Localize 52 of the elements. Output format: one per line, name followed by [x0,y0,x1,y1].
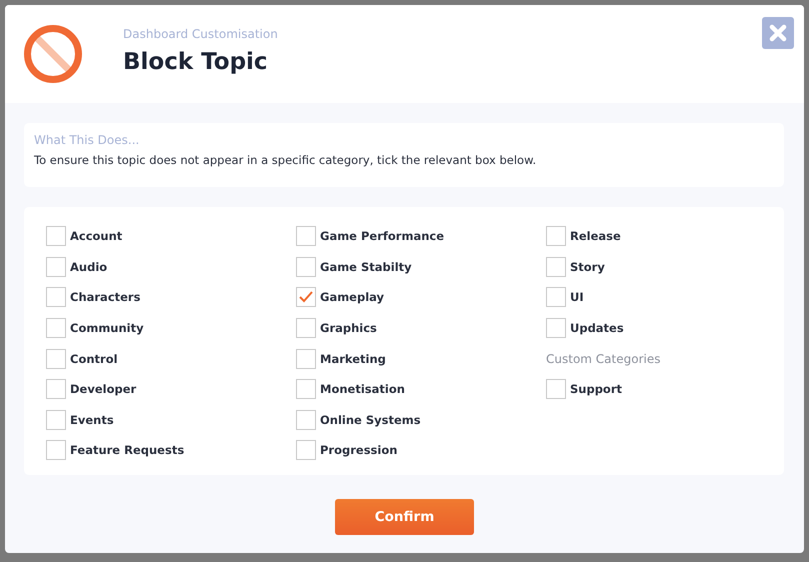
checkbox[interactable] [46,440,66,460]
checkbox[interactable] [546,287,566,308]
checkmark-icon [299,291,313,304]
checkbox[interactable] [296,379,316,400]
checkbox[interactable] [546,256,566,277]
checkbox[interactable] [296,287,316,308]
checkbox-label: Progression [320,443,398,458]
checkbox-label: Graphics [320,321,377,336]
close-button[interactable] [762,17,794,49]
block-icon [23,24,83,84]
checkbox[interactable] [46,348,66,369]
checkbox[interactable] [546,318,566,338]
checkbox-label: Monetisation [320,382,405,396]
checkbox-label: Characters [70,290,140,304]
info-text: To ensure this topic does not appear in a specific category, tick the relevant box below. [34,153,538,167]
checkbox[interactable] [46,226,66,246]
checkbox[interactable] [46,287,66,308]
checkbox-label: Online Systems [320,412,421,427]
checkbox-label: Developer [70,382,136,396]
checkbox[interactable] [546,226,566,246]
checkbox-label: Gameplay [320,290,384,304]
checkbox-label: Story [570,260,605,274]
checkbox-label: Feature Requests [70,443,184,458]
checkbox[interactable] [296,318,316,338]
checkbox-label: Game Performance [320,229,444,244]
checkbox[interactable] [296,226,316,246]
close-icon [769,24,787,42]
checkbox-label: UI [570,290,584,304]
checkbox-label: Support [570,382,622,396]
checkbox[interactable] [296,410,316,430]
confirm-button[interactable]: Confirm [335,499,474,535]
checkbox-label: Events [70,412,114,427]
checkbox[interactable] [296,256,316,277]
checkbox-label: Release [570,229,621,244]
checkbox[interactable] [296,348,316,369]
checkbox[interactable] [46,256,66,277]
checkbox[interactable] [546,379,566,400]
info-heading: What This Does... [34,133,140,147]
checkbox-label: Control [70,352,118,366]
checkbox-label: Audio [70,260,108,274]
dialog-title: Block Topic [123,49,269,75]
dialog-subtitle: Dashboard Customisation [123,27,278,41]
checkbox[interactable] [46,410,66,430]
checkbox-label: Updates [570,321,624,336]
checkbox[interactable] [296,440,316,460]
checkbox-label: Account [70,229,122,244]
checkbox-label: Community [70,321,144,336]
section-heading: Custom Categories [546,350,662,368]
checkbox[interactable] [46,379,66,400]
checkbox[interactable] [46,318,66,338]
checkbox-label: Marketing [320,352,386,366]
checkbox-label: Game Stabilty [320,260,412,274]
